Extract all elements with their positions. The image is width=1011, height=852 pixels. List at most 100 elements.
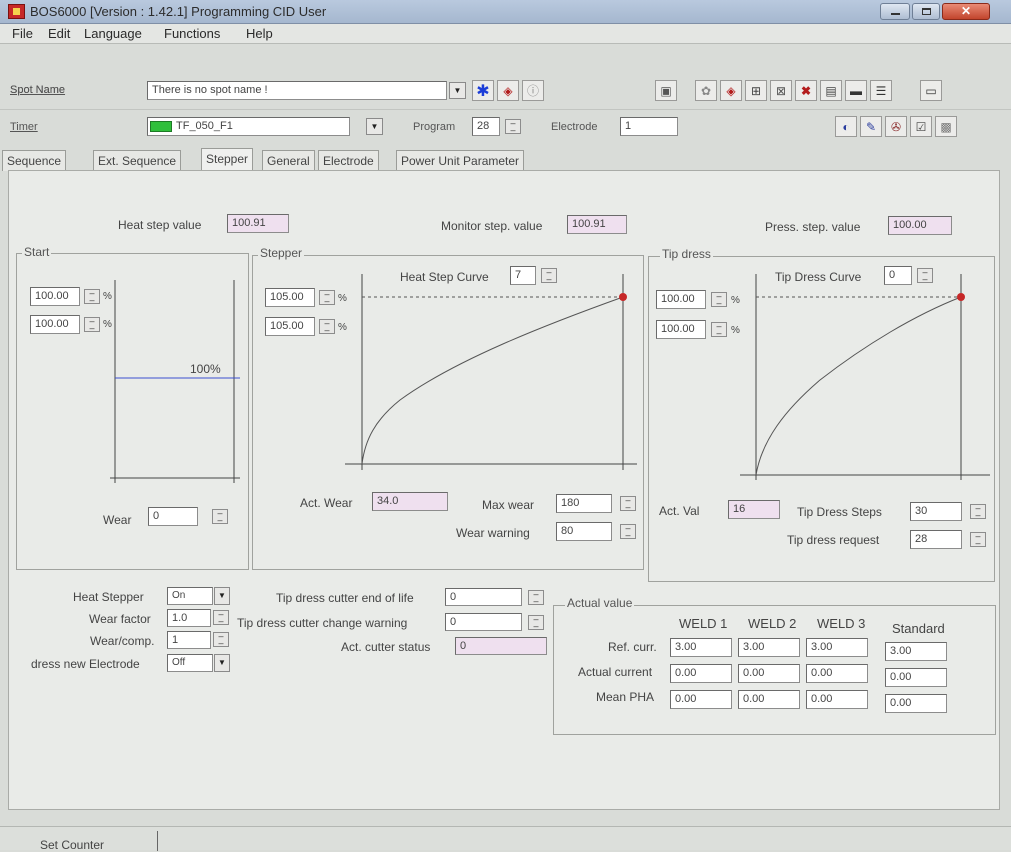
mean-pha-weld-2[interactable]: 0.00 (738, 690, 800, 709)
wear-comp-label: Wear/comp. (90, 634, 155, 648)
stepper-value-1-spinner[interactable]: ‒ ‒ (319, 290, 335, 306)
stepper-value-1[interactable]: 105.00 (265, 288, 315, 307)
actual-current-weld-3[interactable]: 0.00 (806, 664, 868, 683)
wear-warning-field[interactable]: 80 (556, 522, 612, 541)
tab-electrode[interactable]: Electrode (318, 150, 379, 171)
ref-curr-weld-2[interactable]: 3.00 (738, 638, 800, 657)
mean-pha-weld-1[interactable]: 0.00 (670, 690, 732, 709)
tab-general[interactable]: General (262, 150, 315, 171)
info-icon[interactable]: ⓘ (522, 80, 544, 101)
cutter-change-warning-field[interactable]: 0 (445, 613, 522, 631)
cutter-status-field[interactable]: 0 (455, 637, 547, 655)
tip-dress-steps-spinner[interactable]: ‒ ‒ (970, 504, 986, 520)
tip-dress-value-1[interactable]: 100.00 (656, 290, 706, 309)
menu-file[interactable]: File (12, 26, 33, 41)
act-val-field[interactable]: 16 (728, 500, 780, 519)
timer-field[interactable]: TF_050_F1 (147, 117, 350, 136)
tool-icon-4[interactable]: ⊞ (745, 80, 767, 101)
mean-pha-standard[interactable]: 0.00 (885, 694, 947, 713)
grid-icon[interactable]: ▩ (935, 116, 957, 137)
spot-name-field[interactable]: There is no spot name ! (147, 81, 447, 100)
start-value-2-spinner[interactable]: ‒ ‒ (84, 317, 100, 333)
tool-icon-12[interactable]: ✇ (885, 116, 907, 137)
stepper-value-2[interactable]: 105.00 (265, 317, 315, 336)
stepper-value-2-spinner[interactable]: ‒ ‒ (319, 319, 335, 335)
dress-new-electrode-select[interactable]: Off (167, 654, 213, 672)
tab-strip: Sequence Ext. Sequence Stepper General E… (0, 148, 1011, 171)
status-divider (157, 831, 158, 851)
monitor-step-label: Monitor step. value (441, 219, 543, 233)
tool-icon-6[interactable]: ✖ (795, 80, 817, 101)
menu-functions[interactable]: Functions (164, 26, 220, 41)
ref-curr-weld-1[interactable]: 3.00 (670, 638, 732, 657)
menu-edit[interactable]: Edit (48, 26, 70, 41)
actual-current-weld-1[interactable]: 0.00 (670, 664, 732, 683)
tab-sequence[interactable]: Sequence (2, 150, 67, 171)
press-step-field[interactable]: 100.00 (888, 216, 952, 235)
maximize-button[interactable] (912, 3, 940, 20)
tip-dress-value-1-spinner[interactable]: ‒ ‒ (711, 292, 727, 308)
start-value-2[interactable]: 100.00 (30, 315, 80, 334)
actual-current-standard[interactable]: 0.00 (885, 668, 947, 687)
act-val-label: Act. Val (659, 504, 700, 518)
max-wear-spinner[interactable]: ‒ ‒ (620, 496, 636, 512)
navigate-icon[interactable]: ◈ (497, 80, 519, 101)
tip-dress-request-spinner[interactable]: ‒ ‒ (970, 532, 986, 548)
close-button[interactable]: ✕ (942, 3, 990, 20)
menu-language[interactable]: Language (84, 26, 142, 41)
tool-icon-10[interactable]: ◐ (835, 116, 857, 137)
ref-curr-weld-3[interactable]: 3.00 (806, 638, 868, 657)
tip-dress-value-2[interactable]: 100.00 (656, 320, 706, 339)
new-spot-icon[interactable]: ✱ (472, 80, 494, 101)
ref-curr-standard[interactable]: 3.00 (885, 642, 947, 661)
electrode-field[interactable]: 1 (620, 117, 678, 136)
press-step-label: Press. step. value (765, 220, 861, 234)
wear-warning-spinner[interactable]: ‒ ‒ (620, 524, 636, 540)
act-wear-field[interactable]: 34.0 (372, 492, 448, 511)
tool-icon-11[interactable]: ✎ (860, 116, 882, 137)
tool-icon-5[interactable]: ⊠ (770, 80, 792, 101)
tool-icon-9[interactable]: ☰ (870, 80, 892, 101)
heat-stepper-dropdown-button[interactable]: ▼ (214, 587, 230, 605)
start-value-1[interactable]: 100.00 (30, 287, 80, 306)
monitor-step-field[interactable]: 100.91 (567, 215, 627, 234)
cutter-end-of-life-spinner[interactable]: ‒ ‒ (528, 590, 544, 606)
actual-value-group-title: Actual value (565, 596, 635, 610)
wear-field[interactable]: 0 (148, 507, 198, 526)
tool-icon-3[interactable]: ◈ (720, 80, 742, 101)
dress-new-electrode-dropdown-button[interactable]: ▼ (214, 654, 230, 672)
app-icon (8, 4, 25, 19)
minimize-button[interactable] (880, 3, 910, 20)
heat-step-field[interactable]: 100.91 (227, 214, 289, 233)
wear-factor-spinner[interactable]: ‒ ‒ (213, 610, 229, 626)
tool-icon-2[interactable]: ✿ (695, 80, 717, 101)
heat-stepper-select[interactable]: On (167, 587, 213, 605)
wear-comp-field[interactable]: 1 (167, 631, 211, 649)
check-icon[interactable]: ☑ (910, 116, 932, 137)
cutter-status-label: Act. cutter status (341, 640, 431, 654)
max-wear-field[interactable]: 180 (556, 494, 612, 513)
wear-spinner[interactable]: ‒ ‒ (212, 509, 228, 525)
tab-power-unit-parameter[interactable]: Power Unit Parameter (396, 150, 525, 171)
tip-dress-steps-field[interactable]: 30 (910, 502, 962, 521)
tool-icon-1[interactable]: ▣ (655, 80, 677, 101)
wear-comp-spinner[interactable]: ‒ ‒ (213, 632, 229, 648)
program-field[interactable]: 28 (472, 117, 500, 136)
mean-pha-weld-3[interactable]: 0.00 (806, 690, 868, 709)
tool-icon-7[interactable]: ▤ (820, 80, 842, 101)
timer-dropdown-button[interactable]: ▼ (366, 118, 383, 135)
tab-ext-sequence[interactable]: Ext. Sequence (93, 150, 182, 171)
menu-help[interactable]: Help (246, 26, 273, 41)
actual-current-weld-2[interactable]: 0.00 (738, 664, 800, 683)
tool-icon-8[interactable]: ▬ (845, 80, 867, 101)
program-spinner[interactable]: ‒ ‒ (505, 119, 521, 135)
spot-name-dropdown-button[interactable]: ▼ (449, 82, 466, 99)
cutter-end-of-life-field[interactable]: 0 (445, 588, 522, 606)
tip-dress-value-2-spinner[interactable]: ‒ ‒ (711, 322, 727, 338)
cutter-change-warning-spinner[interactable]: ‒ ‒ (528, 615, 544, 631)
tab-stepper[interactable]: Stepper (201, 148, 254, 171)
wear-factor-field[interactable]: 1.0 (167, 609, 211, 627)
tip-dress-request-field[interactable]: 28 (910, 530, 962, 549)
start-value-1-spinner[interactable]: ‒ ‒ (84, 289, 100, 305)
monitor-icon[interactable]: ▭ (920, 80, 942, 101)
